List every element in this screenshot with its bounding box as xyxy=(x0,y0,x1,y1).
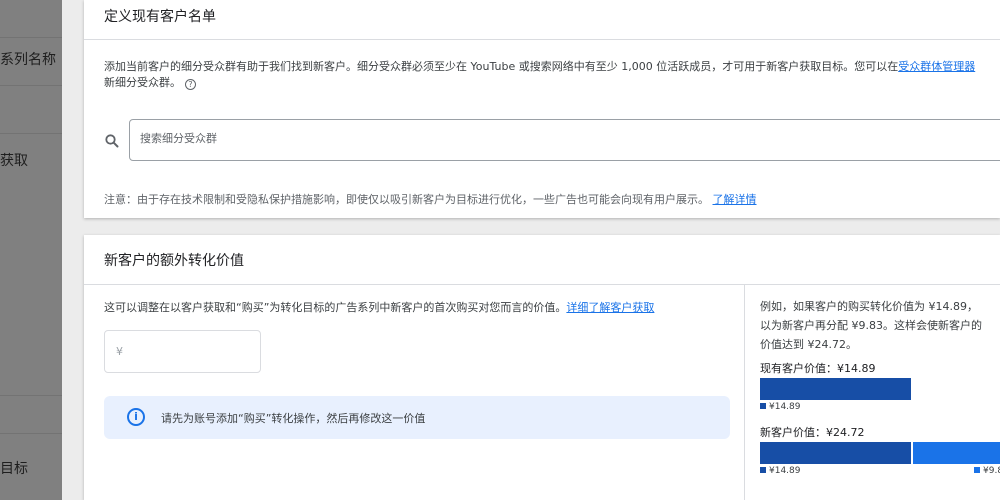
new-customer-value-card: 新客户的额外转化价值 这可以调整在以客户获取和“购买”为转化目标的广告系列中新客… xyxy=(84,235,1000,500)
note-text: 注意：由于存在技术限制和受隐私保护措施影响，即使仅以吸引新客户为目标进行优化，一… xyxy=(104,193,709,206)
legend-swatch xyxy=(760,403,766,409)
existing-value-label: 现有客户价值：¥14.89 xyxy=(760,362,876,375)
description-text-suffix: 新细分受众群。 xyxy=(104,76,181,89)
info-banner: i 请先为账号添加“购买”转化操作，然后再修改这一价值 xyxy=(104,396,730,439)
card-title: 定义现有客户名单 xyxy=(104,9,216,25)
example-line: 以为新客户再分配 ¥9.83。这样会使新客户的 xyxy=(760,319,982,332)
new-value-base-legend: ¥14.89 xyxy=(760,466,801,476)
existing-value-legend: ¥14.89 xyxy=(760,402,801,412)
legend-text: ¥9.83 xyxy=(983,466,1000,476)
info-text: 请先为账号添加“购买”转化操作，然后再修改这一价值 xyxy=(161,412,426,425)
new-value-label: 新客户价值：¥24.72 xyxy=(760,426,865,439)
description-text: 添加当前客户的细分受众群有助于我们找到新客户。细分受众群必须至少在 YouTub… xyxy=(104,60,899,73)
card-description: 这可以调整在以客户获取和“购买”为转化目标的广告系列中新客户的首次购买对您而言的… xyxy=(104,299,654,315)
background-row xyxy=(0,0,62,38)
legend-text: ¥14.89 xyxy=(769,402,801,412)
search-icon xyxy=(105,134,119,148)
background-row xyxy=(0,134,62,396)
vertical-divider xyxy=(744,284,745,500)
customer-acquisition-link[interactable]: 详细了解客户获取 xyxy=(566,301,654,314)
learn-more-link[interactable]: 了解详情 xyxy=(713,193,757,206)
background-label-goal: 目标 xyxy=(0,461,28,477)
segment-search-input[interactable] xyxy=(140,132,740,145)
background-row xyxy=(0,86,62,134)
currency-prefix: ¥ xyxy=(116,345,123,358)
help-icon[interactable]: ? xyxy=(185,79,196,90)
background-panel: 系列名称 获取 目标 xyxy=(0,0,62,500)
divider xyxy=(84,284,1000,285)
example-line: 例如，如果客户的购买转化价值为 ¥14.89， xyxy=(760,300,978,313)
existing-customer-list-card: 定义现有客户名单 添加当前客户的细分受众群有助于我们找到新客户。细分受众群必须至… xyxy=(84,0,1000,218)
background-row xyxy=(0,38,62,86)
legend-swatch xyxy=(974,467,980,473)
new-value-base-bar xyxy=(760,442,911,464)
new-value-extra-bar xyxy=(913,442,1000,464)
card-description: 添加当前客户的细分受众群有助于我们找到新客户。细分受众群必须至少在 YouTub… xyxy=(104,59,1000,91)
privacy-note: 注意：由于存在技术限制和受隐私保护措施影响，即使仅以吸引新客户为目标进行优化，一… xyxy=(104,191,757,207)
description-text: 这可以调整在以客户获取和“购买”为转化目标的广告系列中新客户的首次购买对您而言的… xyxy=(104,301,567,314)
audience-manager-link[interactable]: 受众群体管理器 xyxy=(898,60,975,73)
conversion-value-input[interactable]: ¥ xyxy=(104,330,261,373)
segment-search-box[interactable] xyxy=(129,119,1000,161)
example-line: 价值达到 ¥24.72。 xyxy=(760,338,857,351)
legend-text: ¥14.89 xyxy=(769,466,801,476)
example-text: 例如，如果客户的购买转化价值为 ¥14.89， 以为新客户再分配 ¥9.83。这… xyxy=(760,297,1000,354)
divider xyxy=(84,39,1000,40)
card-title: 新客户的额外转化价值 xyxy=(104,253,244,269)
legend-swatch xyxy=(760,467,766,473)
new-value-extra-legend: ¥9.83 xyxy=(974,466,1000,476)
info-icon: i xyxy=(127,408,145,426)
background-row xyxy=(0,396,62,434)
existing-value-bar xyxy=(760,378,911,400)
